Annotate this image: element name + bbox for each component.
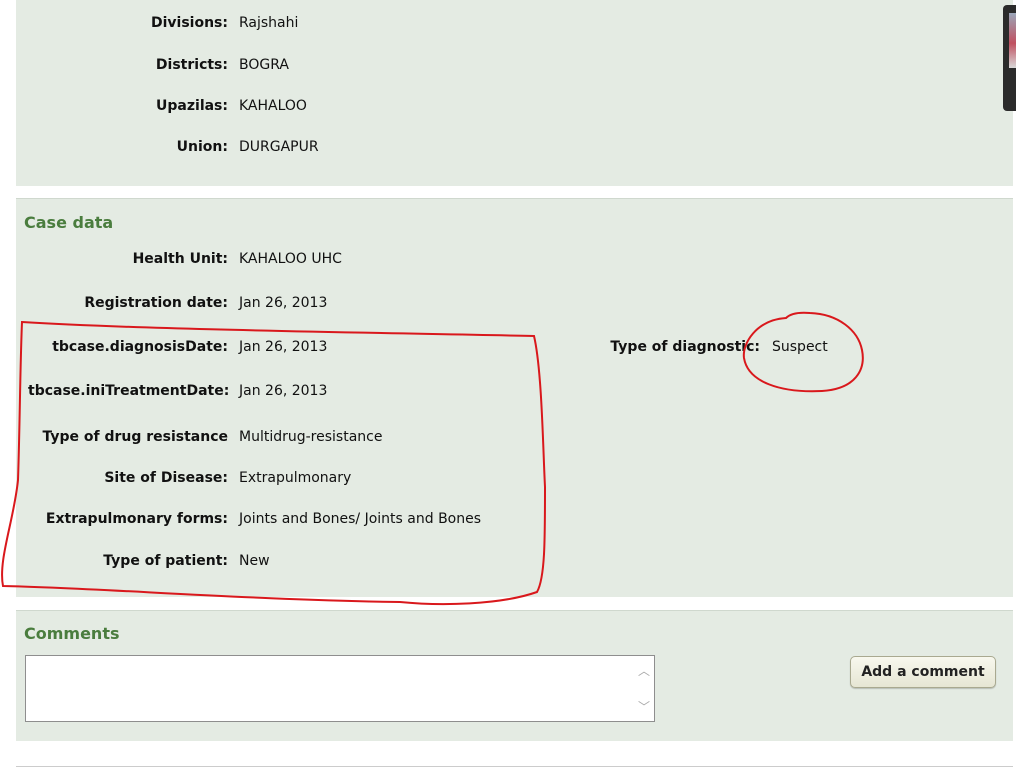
districts-value: BOGRA <box>239 57 289 73</box>
case-data-panel: Case data Health Unit: KAHALOO UHC Regis… <box>16 198 1013 597</box>
textarea-scrollbar[interactable]: ︿ ﹀ <box>636 660 652 720</box>
ini-treatment-date-value: Jan 26, 2013 <box>239 383 328 399</box>
case-data-title: Case data <box>24 213 114 232</box>
scroll-up-icon[interactable]: ︿ <box>636 662 652 679</box>
page-divider <box>16 766 1013 767</box>
extrapulmonary-forms-label: Extrapulmonary forms: <box>45 511 228 527</box>
districts-label: Districts: <box>155 57 228 73</box>
type-of-diagnostic-value: Suspect <box>772 339 828 355</box>
registration-date-value: Jan 26, 2013 <box>239 295 328 311</box>
corner-thumbnail-image[interactable] <box>1003 5 1016 111</box>
diagnosis-date-value: Jan 26, 2013 <box>239 339 328 355</box>
union-value: DURGAPUR <box>239 139 319 155</box>
type-of-patient-label: Type of patient: <box>103 553 228 569</box>
address-panel: Divisions: Rajshahi Districts: BOGRA Upa… <box>16 0 1013 186</box>
health-unit-label: Health Unit: <box>132 251 228 267</box>
upazilas-label: Upazilas: <box>156 98 228 114</box>
diagnosis-date-label: tbcase.diagnosisDate: <box>52 339 228 355</box>
divisions-value: Rajshahi <box>239 15 299 31</box>
comments-title: Comments <box>24 624 120 643</box>
add-comment-button[interactable]: Add a comment <box>850 656 996 688</box>
drug-resistance-label: Type of drug resistance <box>42 429 228 445</box>
comments-panel: Comments ︿ ﹀ Add a comment <box>16 610 1013 741</box>
comment-textarea[interactable]: ︿ ﹀ <box>25 655 655 722</box>
registration-date-label: Registration date: <box>84 295 228 311</box>
upazilas-value: KAHALOO <box>239 98 307 114</box>
health-unit-value: KAHALOO UHC <box>239 251 342 267</box>
type-of-diagnostic-label: Type of diagnostic: <box>610 339 760 355</box>
scroll-down-icon[interactable]: ﹀ <box>636 698 652 715</box>
type-of-patient-value: New <box>239 553 270 569</box>
ini-treatment-date-label: tbcase.iniTreatmentDate: <box>28 383 230 399</box>
divisions-label: Divisions: <box>151 15 228 31</box>
drug-resistance-value: Multidrug-resistance <box>239 429 383 445</box>
site-of-disease-label: Site of Disease: <box>104 470 228 486</box>
union-label: Union: <box>176 139 228 155</box>
extrapulmonary-forms-value: Joints and Bones/ Joints and Bones <box>239 511 482 527</box>
thumbnail-picture <box>1009 13 1016 68</box>
site-of-disease-value: Extrapulmonary <box>239 470 352 486</box>
